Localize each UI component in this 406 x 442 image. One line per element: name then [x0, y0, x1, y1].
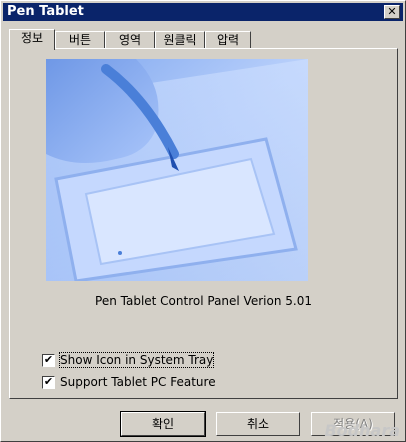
tablet-pc-checkbox[interactable]: ✔ — [42, 376, 55, 389]
tablet-illustration — [46, 59, 308, 281]
tab-oneclick[interactable]: 원클릭 — [155, 31, 205, 49]
tablet-pc-label[interactable]: Support Tablet PC Feature — [60, 375, 216, 389]
title-bar[interactable]: Pen Tablet ✕ — [3, 3, 403, 21]
tab-pressure-label: 압력 — [216, 33, 240, 47]
window-title: Pen Tablet — [7, 4, 84, 19]
checkmark-icon: ✔ — [43, 375, 54, 388]
tab-oneclick-label: 원클릭 — [163, 33, 197, 47]
cancel-button[interactable]: 취소 — [216, 412, 300, 436]
close-icon: ✕ — [387, 5, 397, 18]
tab-strip: 정보 버튼 영역 원클릭 압력 — [9, 29, 309, 50]
tab-area-label: 영역 — [118, 33, 142, 47]
tab-button[interactable]: 버튼 — [55, 31, 105, 49]
close-button[interactable]: ✕ — [384, 5, 400, 19]
ok-button[interactable]: 확인 — [120, 411, 206, 437]
tab-info[interactable]: 정보 — [9, 29, 55, 50]
show-icon-label[interactable]: Show Icon in System Tray — [58, 352, 215, 368]
show-icon-checkbox[interactable]: ✔ — [42, 354, 55, 367]
tab-area[interactable]: 영역 — [105, 31, 155, 49]
version-caption: Pen Tablet Control Panel Verion 5.01 — [95, 294, 312, 308]
info-panel: Pen Tablet Control Panel Verion 5.01 ✔ S… — [9, 48, 398, 399]
watermark: Bodhara — [324, 421, 400, 440]
tab-info-label: 정보 — [20, 31, 44, 45]
tab-button-label: 버튼 — [68, 33, 92, 47]
checkmark-icon: ✔ — [43, 353, 54, 366]
tab-pressure[interactable]: 압력 — [205, 31, 251, 49]
pen-tablet-dialog: Pen Tablet ✕ 정보 버튼 영역 원클릭 압력 Pen Tablet … — [0, 0, 406, 442]
